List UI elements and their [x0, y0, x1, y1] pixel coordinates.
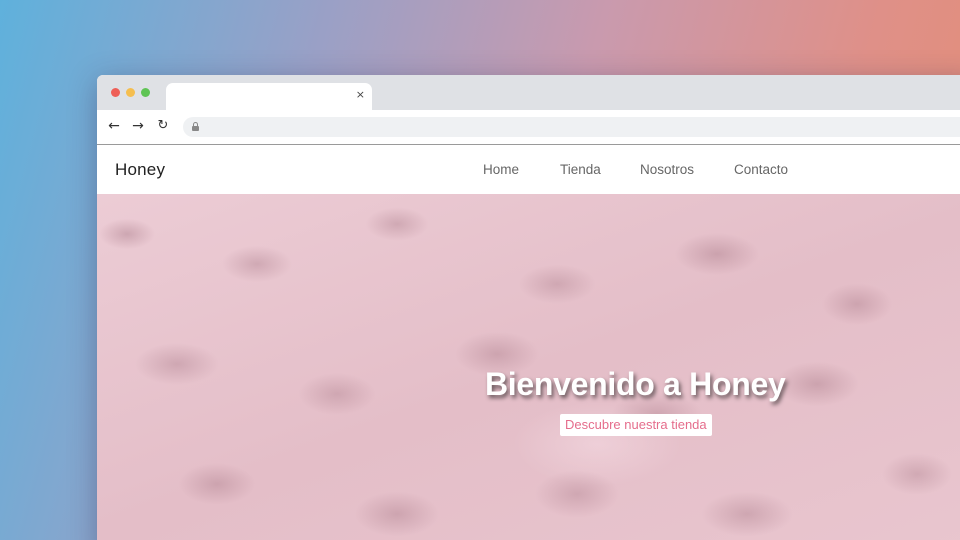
shop-cta-button[interactable]: Descubre nuestra tienda — [560, 414, 712, 436]
address-bar[interactable] — [183, 117, 960, 137]
lock-icon — [192, 122, 199, 131]
close-window-button[interactable] — [111, 88, 120, 97]
forward-arrow-icon[interactable]: → — [130, 118, 146, 134]
minimize-window-button[interactable] — [126, 88, 135, 97]
browser-toolbar: ← → ↻ — [97, 110, 960, 145]
site-header: Honey Home Tienda Nosotros Contacto — [97, 146, 960, 194]
nav-link-tienda[interactable]: Tienda — [560, 162, 601, 177]
hero-title: Bienvenido a Honey — [485, 366, 786, 402]
browser-tab[interactable]: × — [166, 83, 372, 110]
browser-window: × ← → ↻ Honey Home Tienda Nosotros Conta… — [97, 75, 960, 540]
browser-titlebar: × — [97, 75, 960, 110]
close-tab-icon[interactable]: × — [356, 88, 365, 101]
nav-link-contacto[interactable]: Contacto — [734, 162, 788, 177]
nav-link-nosotros[interactable]: Nosotros — [640, 162, 694, 177]
reload-icon[interactable]: ↻ — [155, 118, 171, 134]
hero-section: Bienvenido a Honey Descubre nuestra tien… — [97, 194, 960, 540]
maximize-window-button[interactable] — [141, 88, 150, 97]
site-logo[interactable]: Honey — [115, 160, 165, 180]
back-arrow-icon[interactable]: ← — [106, 118, 122, 134]
nav-link-home[interactable]: Home — [483, 162, 519, 177]
